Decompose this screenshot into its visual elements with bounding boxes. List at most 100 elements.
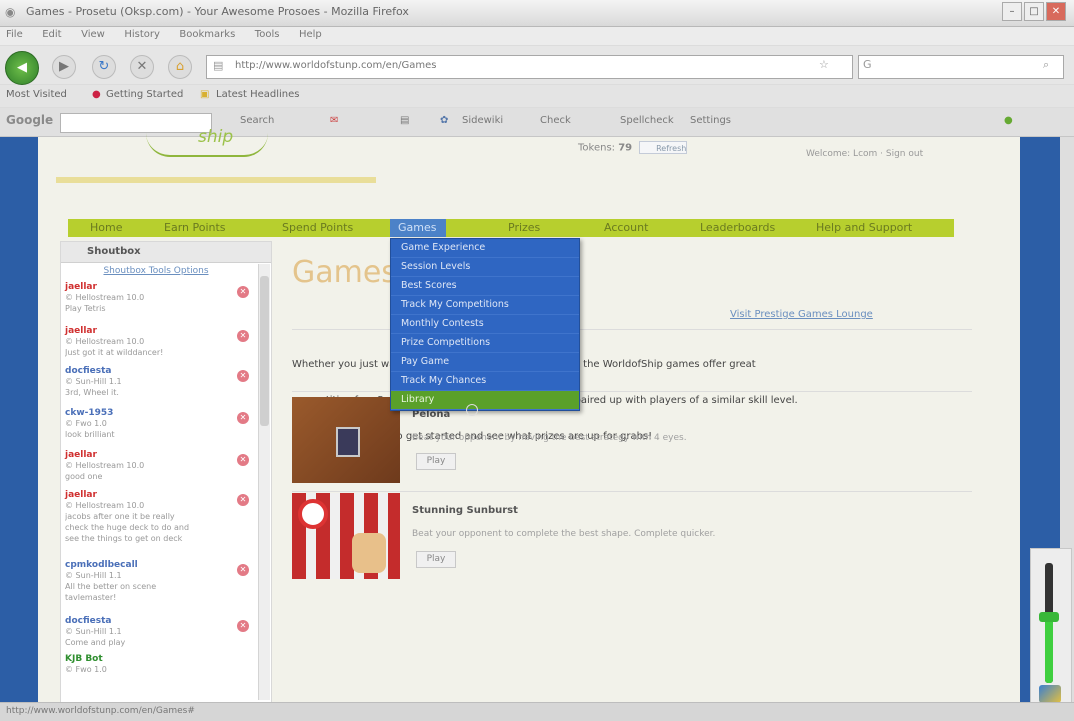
shoutbox-username[interactable]: jaellar [65, 282, 253, 292]
shoutbox-username[interactable]: jaellar [65, 490, 253, 500]
tokens-label: Tokens: [578, 142, 616, 154]
delete-shout-icon[interactable]: ✕ [237, 454, 249, 466]
shoutbox-message-line: © Fwo 1.0 [65, 665, 107, 674]
nav-help-support[interactable]: Help and Support [816, 221, 912, 234]
mouse-cursor-icon [466, 404, 478, 416]
shoutbox-username[interactable]: cpmkodlbecall [65, 560, 253, 570]
delete-shout-icon[interactable]: ✕ [237, 412, 249, 424]
nav-spend-points[interactable]: Spend Points [282, 221, 353, 234]
dropdown-item[interactable]: Track My Competitions [391, 296, 579, 315]
shoutbox-message-line: Play Tetris [65, 304, 106, 313]
google-search-input[interactable] [60, 113, 212, 133]
play-button[interactable]: Play [416, 551, 456, 568]
dropdown-item[interactable]: Best Scores [391, 277, 579, 296]
stop-button[interactable]: ✕ [130, 55, 154, 79]
home-icon: ⌂ [175, 59, 185, 74]
shoutbox-username[interactable]: jaellar [65, 326, 253, 336]
google-signin-icon[interactable]: ● [1004, 115, 1013, 126]
game-title[interactable]: Stunning Sunburst [412, 505, 518, 516]
shoutbox-entry: jaellar © Hellostream 10.0 Play Tetris ✕ [65, 282, 253, 322]
url-text: http://www.worldofstunp.com/en/Games [235, 60, 437, 71]
nav-games[interactable]: Games [390, 219, 447, 237]
google-settings[interactable]: Settings [690, 115, 731, 126]
shoutbox-scrollbar[interactable] [258, 264, 270, 700]
delete-shout-icon[interactable]: ✕ [237, 494, 249, 506]
menu-tools[interactable]: Tools [255, 29, 280, 40]
bookmark-star-icon[interactable]: ☆ [819, 58, 829, 71]
shoutbox-username[interactable]: ckw-1953 [65, 408, 253, 418]
dropdown-item[interactable]: Monthly Contests [391, 315, 579, 334]
delete-shout-icon[interactable]: ✕ [237, 370, 249, 382]
play-button[interactable]: Play [416, 453, 456, 470]
dropdown-item[interactable]: Session Levels [391, 258, 579, 277]
status-bar: http://www.worldofstunp.com/en/Games# [0, 702, 1074, 721]
google-spellcheck[interactable]: Spellcheck [620, 115, 674, 126]
shoutbox-message-line: © Sun-Hill 1.1 [65, 571, 122, 580]
menu-edit[interactable]: Edit [42, 29, 61, 40]
shoutbox-message-line: © Sun-Hill 1.1 [65, 377, 122, 386]
menu-history[interactable]: History [124, 29, 160, 40]
home-button[interactable]: ⌂ [168, 55, 192, 79]
menu-file[interactable]: File [6, 29, 23, 40]
menu-bookmarks[interactable]: Bookmarks [179, 29, 235, 40]
menu-bar: File Edit View History Bookmarks Tools H… [0, 27, 1074, 45]
search-icon[interactable]: ⌕ [1043, 58, 1049, 72]
nav-account[interactable]: Account [604, 221, 648, 234]
site-logo[interactable]: ship [146, 127, 268, 157]
google-search-button[interactable]: Search [240, 115, 274, 126]
search-engine-icon: G [863, 58, 872, 71]
shoutbox-username[interactable]: docfiesta [65, 616, 253, 626]
dropdown-item-highlighted[interactable]: Library [391, 391, 579, 410]
delete-shout-icon[interactable]: ✕ [237, 330, 249, 342]
shoutbox-scroll-thumb[interactable] [260, 276, 269, 426]
media-player-icon[interactable] [1039, 685, 1061, 703]
shoutbox-tools-link[interactable]: Shoutbox Tools Options [101, 266, 211, 276]
dropdown-item[interactable]: Prize Competitions [391, 334, 579, 353]
url-bar[interactable]: ▤ http://www.worldofstunp.com/en/Games ☆ [206, 55, 853, 79]
dropdown-item[interactable]: Track My Chances [391, 372, 579, 391]
reload-button[interactable]: ↻ [92, 55, 116, 79]
delete-shout-icon[interactable]: ✕ [237, 286, 249, 298]
minimize-button[interactable]: – [1002, 2, 1022, 21]
shoutbox-username[interactable]: jaellar [65, 450, 253, 460]
google-logo: Google [6, 113, 54, 127]
nav-earn-points[interactable]: Earn Points [164, 221, 226, 234]
google-docs-icon[interactable]: ▤ [400, 115, 409, 126]
volume-knob[interactable] [1039, 612, 1059, 622]
close-button[interactable]: ✕ [1046, 2, 1066, 21]
shoutbox-message-line: tavlemaster! [65, 593, 117, 602]
shoutbox-entry: KJB Bot © Fwo 1.0 [65, 654, 253, 688]
delete-shout-icon[interactable]: ✕ [237, 564, 249, 576]
dropdown-item[interactable]: Game Experience [391, 239, 579, 258]
shoutbox-username[interactable]: docfiesta [65, 366, 253, 376]
nav-home[interactable]: Home [90, 221, 122, 234]
bookmark-latest-headlines[interactable]: Latest Headlines [216, 89, 300, 100]
delete-shout-icon[interactable]: ✕ [237, 620, 249, 632]
bookmark-most-visited[interactable]: Most Visited [6, 89, 67, 100]
google-check[interactable]: Check [540, 115, 571, 126]
menu-help[interactable]: Help [299, 29, 322, 40]
sidewiki-icon[interactable]: ✿ [440, 115, 448, 126]
google-sidewiki[interactable]: Sidewiki [462, 115, 503, 126]
nav-prizes[interactable]: Prizes [508, 221, 540, 234]
dropdown-item[interactable]: Pay Game [391, 353, 579, 372]
user-bar[interactable]: Welcome: Lcom · Sign out [806, 149, 923, 159]
visit-lounge-link[interactable]: Visit Prestige Games Lounge [730, 309, 873, 320]
back-button[interactable]: ◀ [5, 51, 39, 85]
google-bookmarks-icon[interactable]: ✉ [330, 115, 338, 126]
game-thumbnail-sunburst[interactable] [292, 493, 400, 579]
nav-leaderboards[interactable]: Leaderboards [700, 221, 775, 234]
shoutbox-username[interactable]: KJB Bot [65, 654, 253, 664]
bookmark-getting-started[interactable]: Getting Started [106, 89, 183, 100]
menu-view[interactable]: View [81, 29, 105, 40]
search-box[interactable]: G ⌕ [858, 55, 1064, 79]
shoutbox-entry: cpmkodlbecall © Sun-Hill 1.1 All the bette… [65, 560, 253, 614]
volume-overlay[interactable] [1030, 548, 1072, 710]
refresh-button[interactable]: Refresh [639, 141, 688, 154]
game-thumbnail-pelona[interactable] [292, 397, 400, 483]
stop-icon: ✕ [136, 59, 148, 74]
volume-slider[interactable] [1039, 563, 1059, 683]
reload-icon: ↻ [98, 59, 110, 74]
forward-button[interactable]: ▶ [52, 55, 76, 79]
maximize-button[interactable]: □ [1024, 2, 1044, 21]
